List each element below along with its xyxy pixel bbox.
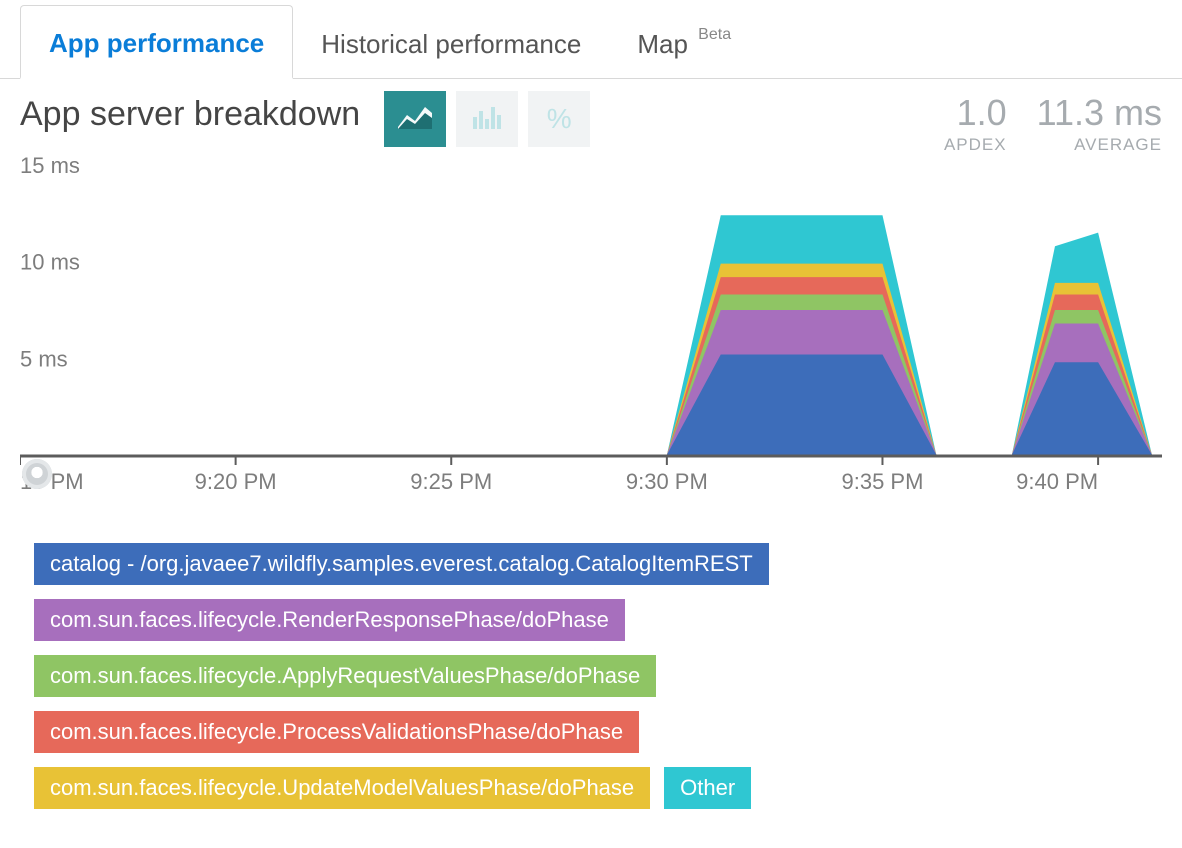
apdex-value: 1.0 bbox=[944, 95, 1007, 131]
legend-item-apply-request[interactable]: com.sun.faces.lifecycle.ApplyRequestValu… bbox=[34, 655, 656, 697]
tab-historical-performance[interactable]: Historical performance bbox=[293, 7, 609, 78]
chart-container: 15 ms10 ms5 ms15 PM9:20 PM9:25 PM9:30 PM… bbox=[20, 155, 1162, 515]
y-axis-tick: 15 ms bbox=[20, 155, 80, 178]
average-metric: 11.3 ms AVERAGE bbox=[1037, 95, 1162, 155]
area-series bbox=[20, 354, 1152, 455]
legend-item-other[interactable]: Other bbox=[664, 767, 751, 809]
timeline-slider-handle[interactable] bbox=[22, 459, 52, 489]
x-axis-tick: 9:35 PM bbox=[842, 469, 924, 494]
area-chart-icon bbox=[395, 97, 435, 142]
beta-badge: Beta bbox=[698, 26, 731, 43]
x-axis-tick: 9:30 PM bbox=[626, 469, 708, 494]
legend: catalog - /org.javaee7.wildfly.samples.e… bbox=[0, 515, 1182, 809]
average-value: 11.3 ms bbox=[1037, 95, 1162, 131]
x-axis-tick: 9:20 PM bbox=[195, 469, 277, 494]
legend-item-catalog[interactable]: catalog - /org.javaee7.wildfly.samples.e… bbox=[34, 543, 769, 585]
tabs-bar: App performance Historical performance M… bbox=[0, 0, 1182, 79]
view-bar-button[interactable] bbox=[456, 91, 518, 147]
apdex-label: APDEX bbox=[944, 135, 1007, 155]
tab-map-label: Map bbox=[637, 29, 688, 59]
breakdown-area-chart[interactable]: 15 ms10 ms5 ms15 PM9:20 PM9:25 PM9:30 PM… bbox=[20, 155, 1162, 515]
section-header: App server breakdown % 1.0 APDEX 11.3 ms… bbox=[0, 79, 1182, 155]
average-label: AVERAGE bbox=[1037, 135, 1162, 155]
area-series bbox=[20, 295, 1152, 455]
y-axis-tick: 5 ms bbox=[20, 346, 68, 371]
area-series bbox=[20, 277, 1152, 455]
legend-item-update-model[interactable]: com.sun.faces.lifecycle.UpdateModelValue… bbox=[34, 767, 650, 809]
x-axis-tick: 9:25 PM bbox=[410, 469, 492, 494]
page-title: App server breakdown bbox=[20, 95, 360, 134]
tab-map[interactable]: Map Beta bbox=[609, 7, 756, 78]
bar-chart-icon bbox=[467, 97, 507, 142]
percent-icon: % bbox=[547, 103, 572, 135]
view-percent-button[interactable]: % bbox=[528, 91, 590, 147]
view-toggle-group: % bbox=[384, 91, 590, 147]
area-series bbox=[20, 215, 1152, 455]
y-axis-tick: 10 ms bbox=[20, 250, 80, 275]
legend-item-render-response[interactable]: com.sun.faces.lifecycle.RenderResponsePh… bbox=[34, 599, 625, 641]
legend-item-process-validations[interactable]: com.sun.faces.lifecycle.ProcessValidatio… bbox=[34, 711, 639, 753]
apdex-metric: 1.0 APDEX bbox=[944, 95, 1007, 155]
metrics: 1.0 APDEX 11.3 ms AVERAGE bbox=[944, 95, 1162, 155]
view-area-button[interactable] bbox=[384, 91, 446, 147]
x-axis-tick: 9:40 PM bbox=[1016, 469, 1098, 494]
tab-app-performance[interactable]: App performance bbox=[20, 5, 293, 79]
area-series bbox=[20, 310, 1152, 455]
area-series bbox=[20, 264, 1152, 455]
